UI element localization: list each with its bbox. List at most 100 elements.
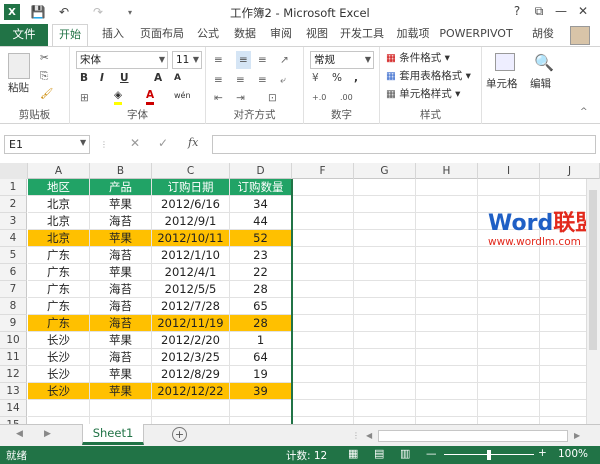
empty-cell[interactable] [292,400,354,417]
phonetic-button[interactable]: wén [174,87,191,105]
zoom-slider-thumb[interactable] [487,450,491,460]
table-cell[interactable]: 广东 [28,264,90,281]
empty-cell[interactable] [292,315,354,332]
empty-cell[interactable] [292,230,354,247]
empty-cell[interactable] [478,298,540,315]
empty-cell[interactable] [478,315,540,332]
hscroll-left-icon[interactable]: ◀ [366,431,372,440]
sheet-next-button[interactable]: ▶ [44,429,51,439]
empty-cell[interactable] [292,383,354,400]
align-left-icon[interactable]: ≡ [214,71,223,89]
align-top-icon[interactable]: ≡ [214,51,223,69]
empty-cell[interactable] [416,400,478,417]
currency-icon[interactable]: ¥ [312,69,319,87]
row-header-12[interactable]: 12 [0,366,27,383]
table-cell[interactable]: 北京 [28,213,90,230]
table-cell[interactable]: 34 [230,196,292,213]
copy-icon[interactable]: ⎘ [40,67,48,85]
table-cell[interactable]: 海苔 [90,298,152,315]
empty-cell[interactable] [478,179,540,196]
cells-button[interactable]: 单元格 [486,75,518,93]
empty-cell[interactable] [292,264,354,281]
table-cell[interactable]: 2012/10/11 [152,230,230,247]
sheet-tab-sheet1[interactable]: Sheet1 [82,424,144,445]
decrease-decimal-icon[interactable]: .00 [340,89,353,107]
cancel-icon[interactable]: ✕ [130,136,140,150]
italic-button[interactable]: I [100,69,104,87]
table-cell[interactable]: 广东 [28,298,90,315]
normal-view-icon[interactable]: ▦ [348,447,358,460]
zoom-level[interactable]: 100% [558,448,588,460]
empty-cell[interactable] [354,383,416,400]
table-cell[interactable]: 44 [230,213,292,230]
insert-function-button[interactable]: fx [188,136,198,149]
row-header-10[interactable]: 10 [0,332,27,349]
customize-qat-icon[interactable]: ▾ [122,4,138,20]
tab-developer[interactable]: 开发工具 [336,24,388,46]
empty-cell[interactable] [354,264,416,281]
empty-cell[interactable] [354,366,416,383]
tab-formulas[interactable]: 公式 [190,24,226,46]
empty-cell[interactable] [292,332,354,349]
number-format-select[interactable]: 常规 ▼ [310,51,374,69]
empty-cell[interactable] [416,230,478,247]
avatar[interactable] [570,26,590,45]
table-cell[interactable]: 广东 [28,315,90,332]
empty-cell[interactable] [292,213,354,230]
format-as-table-button[interactable]: ▦ 套用表格格式 ▾ [386,67,471,85]
enter-icon[interactable]: ✓ [158,136,168,150]
row-header-4[interactable]: 4 [0,230,27,247]
cells-icon[interactable] [495,53,515,71]
table-cell[interactable]: 19 [230,366,292,383]
orientation-icon[interactable]: ↗ [280,51,289,69]
column-header-f[interactable]: F [292,163,354,179]
empty-cell[interactable] [292,281,354,298]
underline-button[interactable]: U [120,69,129,87]
table-cell[interactable]: 广东 [28,247,90,264]
table-cell[interactable]: 64 [230,349,292,366]
row-header-9[interactable]: 9 [0,315,27,332]
empty-cell[interactable] [416,383,478,400]
empty-cell[interactable] [478,247,540,264]
font-name-select[interactable]: 宋体 ▼ [76,51,168,69]
empty-cell[interactable] [354,349,416,366]
tab-review[interactable]: 审阅 [264,24,298,46]
table-cell[interactable]: 2012/11/19 [152,315,230,332]
empty-cell[interactable] [152,400,230,417]
close-button[interactable]: ✕ [574,3,592,19]
table-cell[interactable]: 65 [230,298,292,315]
table-cell[interactable]: 苹果 [90,264,152,281]
cut-icon[interactable]: ✂ [40,49,49,67]
empty-cell[interactable] [292,366,354,383]
empty-cell[interactable] [416,366,478,383]
empty-cell[interactable] [292,349,354,366]
column-header-i[interactable]: I [478,163,540,179]
select-all-corner[interactable] [0,163,28,179]
empty-cell[interactable] [478,281,540,298]
percent-button[interactable]: % [332,69,342,87]
empty-cell[interactable] [28,400,90,417]
table-cell[interactable]: 2012/12/22 [152,383,230,400]
column-header-c[interactable]: C [152,163,230,179]
vertical-scroll-thumb[interactable] [589,190,597,350]
table-cell[interactable]: 39 [230,383,292,400]
sheet-prev-button[interactable]: ◀ [16,429,23,439]
decrease-font-button[interactable]: A [174,69,181,87]
user-name[interactable]: 胡俊 [528,24,558,46]
table-cell[interactable]: 23 [230,247,292,264]
increase-indent-icon[interactable]: ⇥ [236,89,245,107]
empty-cell[interactable] [354,196,416,213]
table-cell[interactable]: 28 [230,315,292,332]
table-cell[interactable]: 2012/7/28 [152,298,230,315]
empty-cell[interactable] [354,400,416,417]
row-header-5[interactable]: 5 [0,247,27,264]
cell-styles-button[interactable]: ▦ 单元格样式 ▾ [386,85,460,103]
row-header-8[interactable]: 8 [0,298,27,315]
row-header-6[interactable]: 6 [0,264,27,281]
empty-cell[interactable] [292,247,354,264]
find-icon[interactable]: 🔍 [534,53,554,72]
table-cell[interactable]: 长沙 [28,366,90,383]
empty-cell[interactable] [416,196,478,213]
borders-icon[interactable]: ⊞ [80,89,89,107]
editing-button[interactable]: 编辑 [530,75,551,93]
